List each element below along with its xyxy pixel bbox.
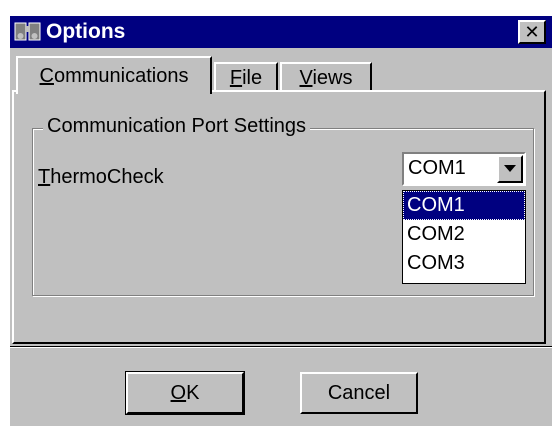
chevron-down-icon <box>504 160 516 178</box>
tab-communications[interactable]: Communications <box>16 56 212 94</box>
port-dropdown-list[interactable]: COM1 COM2 COM3 <box>402 190 526 284</box>
window-title: Options <box>46 20 126 43</box>
binoculars-icon <box>14 20 42 44</box>
tab-strip: Communications File Views <box>12 56 552 94</box>
ok-button[interactable]: OK <box>125 371 245 415</box>
dropdown-button[interactable] <box>497 155 523 183</box>
ok-button-label: OK <box>170 381 200 404</box>
dropdown-option-com3[interactable]: COM3 <box>403 249 525 278</box>
title-bar[interactable]: Options ✕ <box>10 16 552 48</box>
close-button[interactable]: ✕ <box>518 20 546 44</box>
group-title: Communication Port Settings <box>43 115 311 138</box>
close-icon: ✕ <box>524 22 540 42</box>
cancel-button[interactable]: Cancel <box>300 372 418 414</box>
tab-views-label: Views <box>299 66 353 89</box>
port-select-value: COM1 <box>408 157 466 179</box>
port-select[interactable]: COM1 <box>402 152 526 186</box>
cancel-button-label: Cancel <box>327 381 391 404</box>
tab-views[interactable]: Views <box>280 62 372 92</box>
tab-communications-label: Communications <box>39 64 189 87</box>
options-dialog: Options ✕ Communications File Views Comm… <box>8 14 552 426</box>
thermocheck-label: ThermoCheck <box>38 166 164 188</box>
button-separator <box>10 346 552 348</box>
tab-file[interactable]: File <box>214 62 278 92</box>
dropdown-option-com2[interactable]: COM2 <box>403 220 525 249</box>
dropdown-option-com1[interactable]: COM1 <box>403 191 525 220</box>
tab-file-label: File <box>229 66 263 89</box>
